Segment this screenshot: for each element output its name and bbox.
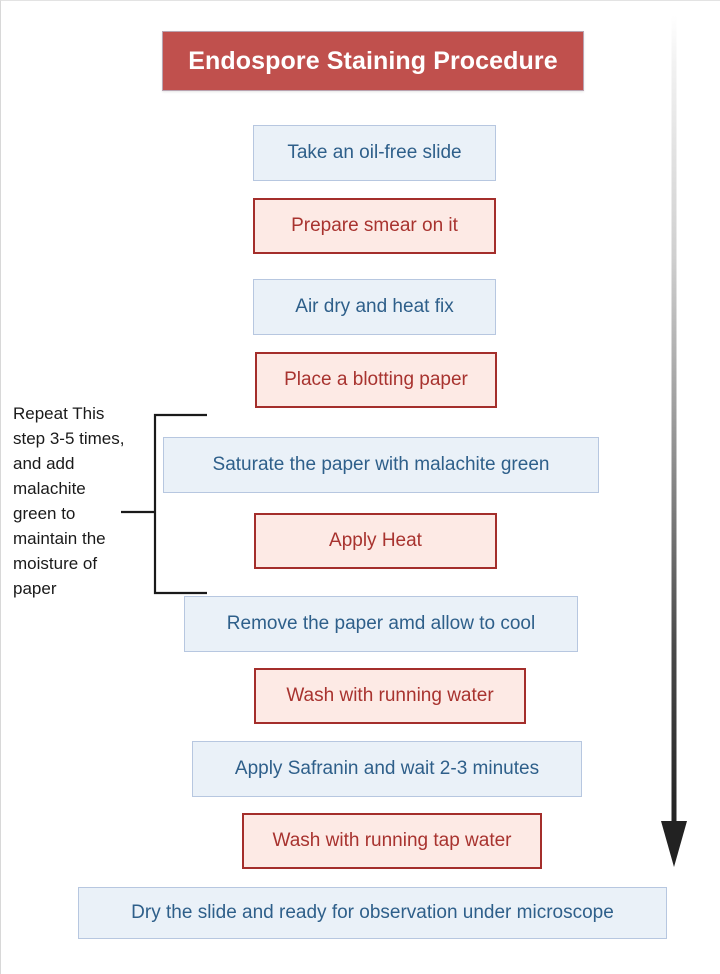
flow-step-8-label: Wash with running water xyxy=(286,684,494,706)
flow-step-1-label: Take an oil-free slide xyxy=(287,141,462,163)
flow-step-3[interactable]: Air dry and heat fix xyxy=(253,279,496,335)
flow-step-5[interactable]: Saturate the paper with malachite green xyxy=(163,437,599,493)
flow-step-4[interactable]: Place a blotting paper xyxy=(255,352,497,408)
flow-step-9-label: Apply Safranin and wait 2-3 minutes xyxy=(234,757,540,779)
flow-step-11[interactable]: Dry the slide and ready for observation … xyxy=(78,887,667,939)
down-arrow-icon xyxy=(661,15,687,867)
repeat-annotation-text: Repeat This step 3-5 times, and add mala… xyxy=(13,404,125,598)
flow-step-11-label: Dry the slide and ready for observation … xyxy=(131,901,614,923)
flow-step-3-label: Air dry and heat fix xyxy=(295,295,454,317)
flow-step-6-label: Apply Heat xyxy=(329,529,422,551)
flow-step-5-label: Saturate the paper with malachite green xyxy=(212,453,550,475)
flow-step-4-label: Place a blotting paper xyxy=(284,368,468,390)
flow-step-1[interactable]: Take an oil-free slide xyxy=(253,125,496,181)
flow-step-6[interactable]: Apply Heat xyxy=(254,513,497,569)
flow-step-2-label: Prepare smear on it xyxy=(291,214,458,236)
flow-step-7[interactable]: Remove the paper amd allow to cool xyxy=(184,596,578,652)
flow-step-2[interactable]: Prepare smear on it xyxy=(253,198,496,254)
flow-step-9[interactable]: Apply Safranin and wait 2-3 minutes xyxy=(192,741,582,797)
flow-step-8[interactable]: Wash with running water xyxy=(254,668,526,724)
page-title-text: Endospore Staining Procedure xyxy=(188,46,558,75)
flow-step-10-label: Wash with running tap water xyxy=(272,829,512,851)
page-title: Endospore Staining Procedure xyxy=(162,31,584,91)
flowchart-canvas: Endospore Staining Procedure Take an oil… xyxy=(0,0,720,974)
flow-step-7-label: Remove the paper amd allow to cool xyxy=(226,612,536,634)
flow-step-10[interactable]: Wash with running tap water xyxy=(242,813,542,869)
